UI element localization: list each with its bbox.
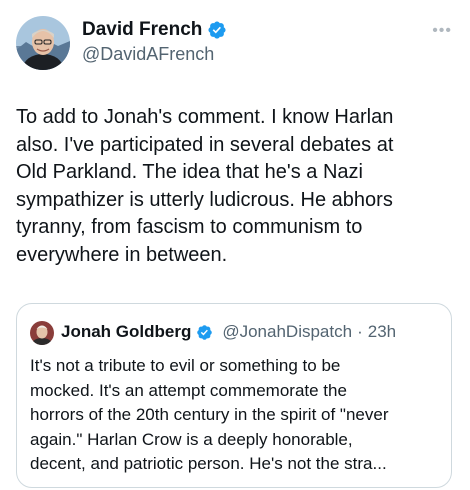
- tweet-text-line: everywhere in between.: [16, 243, 228, 266]
- quoted-text: It's not a tribute to evil or something …: [30, 354, 442, 477]
- author-name[interactable]: David French: [82, 19, 202, 41]
- verified-badge-icon: [208, 21, 226, 39]
- quoted-author-name[interactable]: Jonah Goldberg: [61, 322, 191, 342]
- more-options-icon[interactable]: •••: [432, 22, 452, 40]
- author-handle[interactable]: @DavidAFrench: [82, 44, 214, 65]
- tweet-text-line: Old Parkland. The idea that he's a Nazi: [16, 161, 363, 183]
- tweet-text-line: To add to Jonah's comment. I know Harlan: [16, 106, 394, 128]
- quoted-text-line: mocked. It's an attempt commemorate the: [30, 380, 347, 400]
- separator-dot: ·: [357, 322, 363, 341]
- author-name-row[interactable]: David French: [82, 19, 227, 41]
- quoted-text-line: again." Harlan Crow is a deeply honorabl…: [30, 429, 353, 449]
- tweet-text-line: sympathizer is utterly ludicrous. He abh…: [16, 188, 393, 211]
- tweet-text-line: also. I've participated in several debat…: [16, 133, 394, 156]
- quoted-text-line: It's not a tribute to evil or something …: [30, 356, 341, 375]
- quoted-timestamp[interactable]: 23h: [368, 322, 396, 342]
- verified-badge-icon: [197, 324, 213, 340]
- tweet-text: To add to Jonah's comment. I know Harlan…: [16, 104, 456, 269]
- quoted-header: Jonah Goldberg @JonahDispatch · 23h: [61, 322, 396, 342]
- quoted-author-avatar[interactable]: [30, 321, 54, 345]
- tweet-text-line: tyranny, from fascism to communism to: [16, 216, 363, 238]
- quoted-text-line: horrors of the 20th century in the spiri…: [30, 405, 389, 424]
- quoted-tweet[interactable]: Jonah Goldberg @JonahDispatch · 23h It's n…: [16, 303, 452, 488]
- quoted-text-line: decent, and patriotic person. He's not t…: [30, 454, 387, 473]
- quoted-author-handle[interactable]: @JonahDispatch: [222, 322, 352, 342]
- author-avatar[interactable]: [16, 16, 70, 70]
